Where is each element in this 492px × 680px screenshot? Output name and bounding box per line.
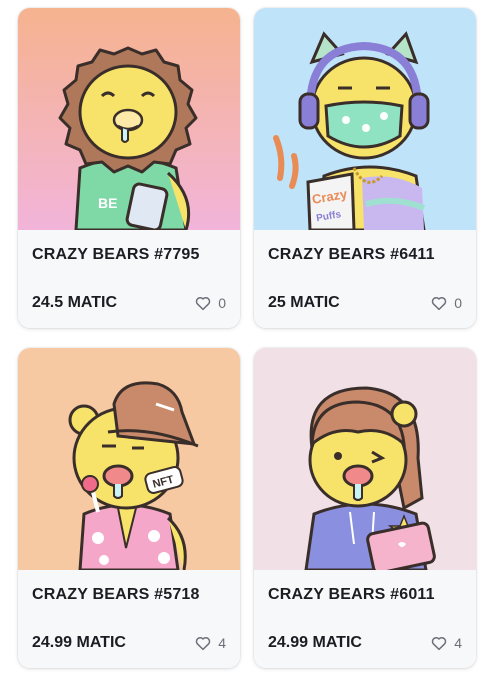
like-button[interactable]: 4 — [430, 634, 462, 652]
nft-card[interactable]: Crazy Puffs CRAZY BEARS #6411 25 MATIC 0 — [254, 8, 476, 328]
nft-image[interactable]: BE — [18, 8, 240, 230]
card-footer: CRAZY BEARS #6411 25 MATIC 0 — [254, 230, 476, 328]
like-count: 4 — [218, 635, 226, 651]
like-button[interactable]: 0 — [430, 294, 462, 312]
card-footer: CRAZY BEARS #5718 24.99 MATIC 4 — [18, 570, 240, 668]
nft-image[interactable]: Crazy Puffs — [254, 8, 476, 230]
heart-outline-icon — [431, 636, 447, 651]
shirt-text: BE — [98, 195, 117, 211]
like-count: 0 — [454, 295, 462, 311]
nft-price: 24.99 MATIC — [268, 634, 362, 651]
nft-grid: BE CRAZY BEARS #7795 24.5 MATIC 0 Crazy … — [0, 0, 492, 680]
nft-image[interactable]: NFT — [18, 348, 240, 570]
like-count: 0 — [218, 295, 226, 311]
nft-card[interactable]: NFT CRAZY BEARS #5718 24.99 MATIC 4 — [18, 348, 240, 668]
like-button[interactable]: 0 — [194, 294, 226, 312]
nft-title[interactable]: CRAZY BEARS #5718 — [32, 586, 200, 604]
nft-title[interactable]: CRAZY BEARS #6011 — [268, 586, 435, 604]
bear-artwork-bucket-hat: NFT — [18, 348, 240, 570]
nft-price: 24.5 MATIC — [32, 294, 118, 311]
nft-image[interactable] — [254, 348, 476, 570]
card-footer: CRAZY BEARS #7795 24.5 MATIC 0 — [18, 230, 240, 328]
nft-title[interactable]: CRAZY BEARS #6411 — [268, 246, 435, 264]
heart-outline-icon — [195, 636, 211, 651]
nft-price: 25 MATIC — [268, 294, 340, 311]
card-footer: CRAZY BEARS #6011 24.99 MATIC 4 — [254, 570, 476, 668]
bear-artwork-lion: BE — [18, 8, 240, 230]
heart-outline-icon — [195, 296, 211, 311]
nft-card[interactable]: BE CRAZY BEARS #7795 24.5 MATIC 0 — [18, 8, 240, 328]
bear-artwork-headphones: Crazy Puffs — [254, 8, 476, 230]
like-count: 4 — [454, 635, 462, 651]
like-button[interactable]: 4 — [194, 634, 226, 652]
nft-price: 24.99 MATIC — [32, 634, 126, 651]
nft-card[interactable]: CRAZY BEARS #6011 24.99 MATIC 4 — [254, 348, 476, 668]
nft-title[interactable]: CRAZY BEARS #7795 — [32, 246, 200, 264]
heart-outline-icon — [431, 296, 447, 311]
bear-artwork-hoodie — [254, 348, 476, 570]
